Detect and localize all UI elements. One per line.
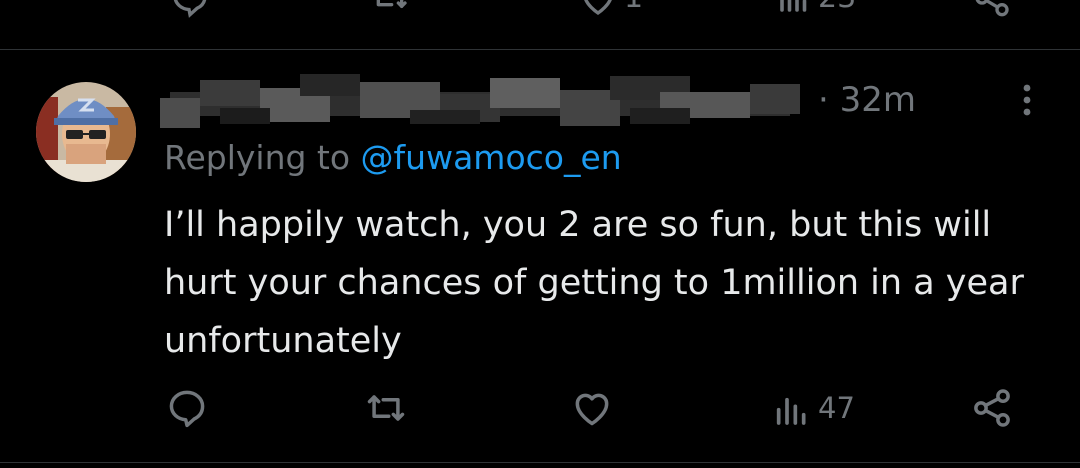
avatar[interactable] xyxy=(36,82,136,182)
share-icon xyxy=(974,389,1010,427)
reply-icon xyxy=(173,0,207,18)
previous-like-count: 1 xyxy=(624,0,643,20)
previous-views-button[interactable]: 23 xyxy=(776,0,856,18)
tweet-timestamp[interactable]: · 32m xyxy=(818,80,916,120)
timestamp-value: 32m xyxy=(839,80,917,120)
reply-icon xyxy=(169,390,205,428)
retweet-icon xyxy=(367,395,405,421)
timestamp-separator: · xyxy=(818,80,829,120)
bottom-divider xyxy=(0,462,1080,463)
retweet-button[interactable] xyxy=(364,386,408,430)
avatar-image xyxy=(36,82,136,182)
retweet-icon xyxy=(376,0,407,8)
like-button[interactable] xyxy=(570,386,614,430)
previous-tweet-action-bar: 1 23 xyxy=(0,0,1080,20)
views-button[interactable]: 47 xyxy=(772,386,855,430)
heart-icon xyxy=(575,393,609,426)
heart-icon xyxy=(584,0,612,15)
previous-reply-button[interactable] xyxy=(170,0,210,18)
previous-views-count: 23 xyxy=(818,0,856,20)
replying-to-handle-link[interactable]: @fuwamoco_en xyxy=(361,138,622,177)
views-icon xyxy=(780,0,807,12)
more-options-button[interactable] xyxy=(1012,80,1042,120)
previous-share-button[interactable] xyxy=(972,0,1012,18)
share-button[interactable] xyxy=(970,386,1014,430)
views-icon xyxy=(776,397,806,425)
previous-retweet-button[interactable] xyxy=(370,0,410,18)
censored-username xyxy=(160,70,808,132)
tweet-divider xyxy=(0,49,1080,50)
replying-to-line: Replying to @fuwamoco_en xyxy=(164,137,622,179)
share-icon xyxy=(975,0,1009,17)
censor-mask xyxy=(160,74,800,128)
more-vertical-icon xyxy=(1023,84,1031,116)
tweet-body: I’ll happily watch, you 2 are so fun, bu… xyxy=(164,205,1024,361)
views-count: 47 xyxy=(818,391,855,425)
previous-like-button[interactable]: 1 xyxy=(578,0,643,18)
replying-to-label: Replying to xyxy=(164,138,351,177)
reply-button[interactable] xyxy=(165,386,209,430)
